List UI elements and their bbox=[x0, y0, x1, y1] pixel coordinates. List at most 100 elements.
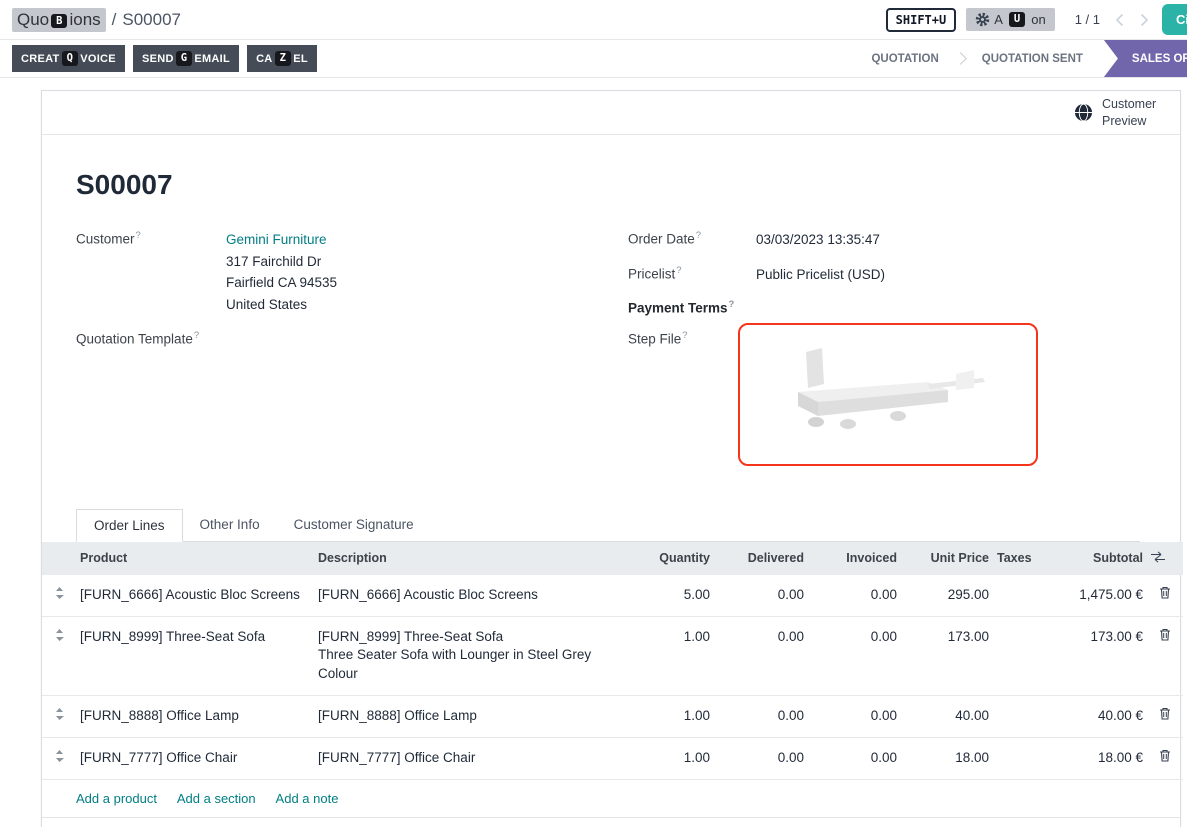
cell-delivered[interactable]: 0.00 bbox=[714, 616, 808, 696]
help-icon: ? bbox=[136, 230, 141, 241]
action-bar: CREATQVOICE SENDGEMAIL CAZEL QUOTATION Q… bbox=[0, 40, 1187, 78]
customer-link[interactable]: Gemini Furniture bbox=[226, 232, 327, 247]
stage-quotation-sent[interactable]: QUOTATION SENT bbox=[967, 53, 1098, 65]
drag-handle-icon[interactable] bbox=[42, 696, 76, 738]
cell-unit-price[interactable]: 295.00 bbox=[901, 575, 993, 616]
pager-next-icon[interactable] bbox=[1137, 13, 1152, 27]
stage-sales-order[interactable]: SALES ORDER bbox=[1104, 40, 1187, 77]
add-a-product-link[interactable]: Add a product bbox=[76, 791, 157, 806]
delete-line-icon[interactable] bbox=[1147, 696, 1183, 738]
create-invoice-button[interactable]: CREATQVOICE bbox=[12, 45, 125, 72]
send-email-button[interactable]: SENDGEMAIL bbox=[133, 45, 239, 72]
field-payment-terms: Payment Terms? bbox=[628, 298, 1140, 316]
add-a-note-link[interactable]: Add a note bbox=[276, 791, 339, 806]
field-column-left: Customer? Gemini Furniture 317 Fairchild… bbox=[76, 229, 628, 479]
drag-handle-icon[interactable] bbox=[42, 616, 76, 696]
col-taxes: Taxes bbox=[993, 542, 1045, 575]
cell-unit-price[interactable]: 18.00 bbox=[901, 738, 993, 780]
line-add-links: Add a product Add a section Add a note bbox=[42, 780, 1180, 818]
cell-product[interactable]: [FURN_6666] Acoustic Bloc Screens bbox=[76, 575, 314, 616]
customer-label: Customer? bbox=[76, 229, 226, 247]
cell-delivered[interactable]: 0.00 bbox=[714, 575, 808, 616]
action-label-suffix: on bbox=[1031, 12, 1045, 27]
cell-unit-price[interactable]: 40.00 bbox=[901, 696, 993, 738]
kbd-hint-g: G bbox=[176, 51, 193, 66]
cell-product[interactable]: [FURN_7777] Office Chair bbox=[76, 738, 314, 780]
cell-quantity[interactable]: 1.00 bbox=[619, 616, 714, 696]
gear-icon bbox=[975, 12, 990, 27]
table-row[interactable]: [FURN_8999] Three-Seat Sofa [FURN_8999] … bbox=[42, 616, 1183, 696]
cell-taxes[interactable] bbox=[993, 696, 1045, 738]
field-customer: Customer? Gemini Furniture 317 Fairchild… bbox=[76, 229, 628, 315]
cell-description[interactable]: [FURN_6666] Acoustic Bloc Screens bbox=[314, 575, 619, 616]
field-column-right: Order Date? 03/03/2023 13:35:47 Pricelis… bbox=[628, 229, 1140, 479]
customer-preview-button[interactable]: Customer Preview bbox=[1074, 96, 1164, 129]
btn-text: CREAT bbox=[21, 53, 60, 65]
cell-product[interactable]: [FURN_8888] Office Lamp bbox=[76, 696, 314, 738]
breadcrumb-quotations[interactable]: QuoBions bbox=[12, 8, 106, 32]
customer-preview-label: Customer Preview bbox=[1102, 96, 1164, 129]
action-menu-button[interactable]: AUon bbox=[966, 8, 1054, 31]
optional-columns-icon[interactable] bbox=[1147, 542, 1183, 575]
tab-other-info[interactable]: Other Info bbox=[183, 509, 277, 541]
corner-teal-button[interactable]: Ci bbox=[1162, 4, 1187, 35]
drag-handle-icon[interactable] bbox=[42, 738, 76, 780]
stage-quotation[interactable]: QUOTATION bbox=[856, 53, 953, 65]
btn-text: EMAIL bbox=[194, 53, 230, 65]
cell-quantity[interactable]: 1.00 bbox=[619, 696, 714, 738]
delete-line-icon[interactable] bbox=[1147, 616, 1183, 696]
cell-description[interactable]: [FURN_8999] Three-Seat SofaThree Seater … bbox=[314, 616, 619, 696]
cell-quantity[interactable]: 1.00 bbox=[619, 738, 714, 780]
cell-subtotal: 1,475.00 € bbox=[1045, 575, 1147, 616]
field-pricelist: Pricelist? Public Pricelist (USD) bbox=[628, 264, 1140, 286]
cell-taxes[interactable] bbox=[993, 575, 1045, 616]
order-date-label: Order Date? bbox=[628, 229, 756, 247]
cell-quantity[interactable]: 5.00 bbox=[619, 575, 714, 616]
cell-invoiced[interactable]: 0.00 bbox=[808, 738, 901, 780]
delete-line-icon[interactable] bbox=[1147, 738, 1183, 780]
help-icon: ? bbox=[696, 230, 701, 241]
cell-taxes[interactable] bbox=[993, 738, 1045, 780]
left-actions: CREATQVOICE SENDGEMAIL CAZEL bbox=[12, 45, 317, 72]
col-delivered: Delivered bbox=[714, 542, 808, 575]
cell-invoiced[interactable]: 0.00 bbox=[808, 616, 901, 696]
breadcrumb-separator: / bbox=[112, 10, 117, 30]
cell-invoiced[interactable]: 0.00 bbox=[808, 696, 901, 738]
help-icon: ? bbox=[729, 299, 735, 310]
kbd-hint-z: Z bbox=[275, 51, 292, 66]
pricelist-value[interactable]: Public Pricelist (USD) bbox=[756, 264, 885, 286]
tab-order-lines[interactable]: Order Lines bbox=[76, 509, 183, 542]
cell-invoiced[interactable]: 0.00 bbox=[808, 575, 901, 616]
cancel-button[interactable]: CAZEL bbox=[247, 45, 317, 72]
cell-taxes[interactable] bbox=[993, 616, 1045, 696]
table-header-row: Product Description Quantity Delivered I… bbox=[42, 542, 1183, 575]
step-file-3d-render bbox=[778, 344, 998, 444]
order-date-value[interactable]: 03/03/2023 13:35:47 bbox=[756, 229, 880, 251]
sheet-topbar: Customer Preview bbox=[42, 91, 1180, 135]
step-file-image[interactable] bbox=[738, 323, 1038, 466]
cell-subtotal: 40.00 € bbox=[1045, 696, 1147, 738]
order-lines-table-wrap: Product Description Quantity Delivered I… bbox=[42, 542, 1180, 818]
cell-description[interactable]: [FURN_7777] Office Chair bbox=[314, 738, 619, 780]
cell-delivered[interactable]: 0.00 bbox=[714, 738, 808, 780]
help-icon: ? bbox=[194, 330, 199, 341]
btn-text: EL bbox=[293, 53, 308, 65]
breadcrumb-current: S00007 bbox=[122, 10, 181, 30]
delete-line-icon[interactable] bbox=[1147, 575, 1183, 616]
sheet-footer: Terms and conditions... Total: 1,706.00 … bbox=[76, 818, 1140, 827]
drag-handle-icon[interactable] bbox=[42, 575, 76, 616]
cell-subtotal: 173.00 € bbox=[1045, 616, 1147, 696]
table-row[interactable]: [FURN_8888] Office Lamp [FURN_8888] Offi… bbox=[42, 696, 1183, 738]
table-row[interactable]: [FURN_7777] Office Chair [FURN_7777] Off… bbox=[42, 738, 1183, 780]
breadcrumb: QuoBions / S00007 bbox=[12, 8, 181, 32]
cell-product[interactable]: [FURN_8999] Three-Seat Sofa bbox=[76, 616, 314, 696]
col-invoiced: Invoiced bbox=[808, 542, 901, 575]
customer-address-line: 317 Fairchild Dr bbox=[226, 254, 321, 269]
cell-unit-price[interactable]: 173.00 bbox=[901, 616, 993, 696]
cell-description[interactable]: [FURN_8888] Office Lamp bbox=[314, 696, 619, 738]
pager-prev-icon[interactable] bbox=[1112, 13, 1127, 27]
tab-customer-signature[interactable]: Customer Signature bbox=[277, 509, 431, 541]
table-row[interactable]: [FURN_6666] Acoustic Bloc Screens [FURN_… bbox=[42, 575, 1183, 616]
add-a-section-link[interactable]: Add a section bbox=[177, 791, 256, 806]
cell-delivered[interactable]: 0.00 bbox=[714, 696, 808, 738]
